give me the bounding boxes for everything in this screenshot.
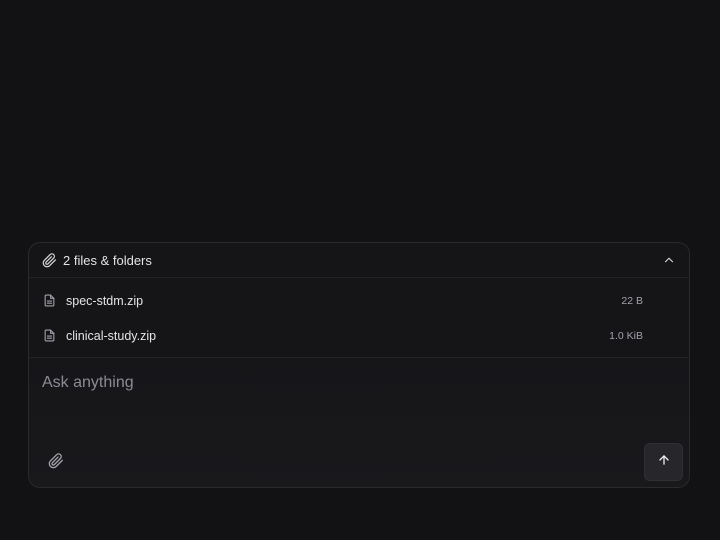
attach-file-button[interactable] <box>43 450 69 476</box>
paperclip-icon <box>48 452 64 474</box>
paperclip-icon <box>41 252 57 268</box>
attachment-name: clinical-study.zip <box>66 328 157 343</box>
chevron-up-icon[interactable] <box>661 252 677 268</box>
document-icon <box>42 328 56 344</box>
page: 2 files & folders spec-stdm.zip 22 B cli… <box>0 0 720 540</box>
attachment-item[interactable]: clinical-study.zip 1.0 KiB <box>29 318 689 353</box>
attachment-name: spec-stdm.zip <box>66 293 144 308</box>
arrow-up-icon <box>657 453 671 472</box>
chat-composer: 2 files & folders spec-stdm.zip 22 B cli… <box>28 242 690 488</box>
prompt-area <box>29 358 689 487</box>
send-button[interactable] <box>644 443 683 481</box>
prompt-input[interactable] <box>42 374 602 392</box>
attachment-item[interactable]: spec-stdm.zip 22 B <box>29 283 689 318</box>
attachments-summary: 2 files & folders <box>63 252 152 268</box>
document-icon <box>42 293 56 309</box>
attachment-size: 22 B <box>621 294 643 307</box>
attachments-toggle[interactable]: 2 files & folders <box>29 243 689 278</box>
attachment-list: spec-stdm.zip 22 B clinical-study.zip 1.… <box>29 278 689 358</box>
attachment-size: 1.0 KiB <box>609 329 643 342</box>
